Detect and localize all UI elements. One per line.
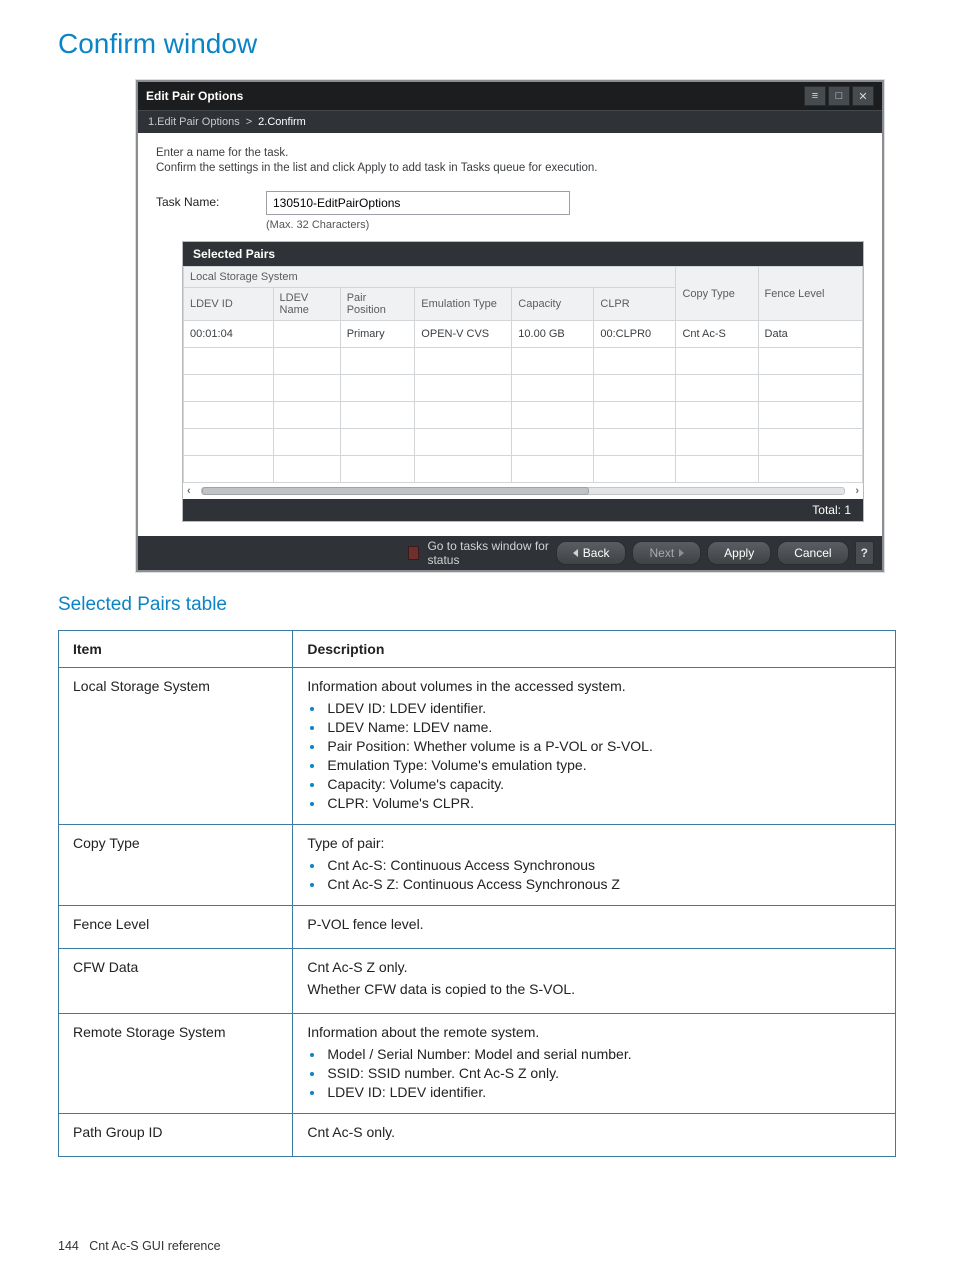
- selected-pairs-grid: Local Storage System Copy Type Fence Lev…: [183, 266, 863, 483]
- row-item: Path Group ID: [59, 1114, 293, 1157]
- col-group-lss: Local Storage System: [184, 267, 676, 288]
- task-name-label: Task Name:: [156, 191, 266, 209]
- page-footer: 144 Cnt Ac-S GUI reference: [58, 1239, 221, 1253]
- cell-fence-level: Data: [758, 321, 862, 348]
- page-number: 144: [58, 1239, 79, 1253]
- horizontal-scrollbar[interactable]: ‹ ›: [183, 483, 863, 499]
- col-fence-level: Fence Level: [758, 267, 862, 321]
- cell-copy-type: Cnt Ac-S: [676, 321, 758, 348]
- cancel-button[interactable]: Cancel: [777, 541, 848, 565]
- chevron-left-icon: [573, 549, 578, 557]
- maximize-icon[interactable]: □: [828, 86, 850, 106]
- row-item: CFW Data: [59, 949, 293, 1014]
- scroll-right-icon[interactable]: ›: [855, 485, 859, 497]
- row-item: Remote Storage System: [59, 1014, 293, 1114]
- go-to-tasks-checkbox[interactable]: [408, 546, 419, 560]
- intro-line-1: Enter a name for the task.: [156, 147, 864, 159]
- table-row: [184, 375, 863, 402]
- page-title: Confirm window: [58, 28, 896, 60]
- row-item: Local Storage System: [59, 668, 293, 825]
- col-pair-position: Pair Position: [340, 288, 415, 321]
- cell-capacity: 10.00 GB: [512, 321, 594, 348]
- cell-ldev-name: [273, 321, 340, 348]
- close-icon[interactable]: ✕: [852, 86, 874, 106]
- col-ldev-name: LDEV Name: [273, 288, 340, 321]
- row-desc: Type of pair: Cnt Ac-S: Continuous Acces…: [293, 825, 896, 906]
- task-name-hint: (Max. 32 Characters): [266, 219, 570, 231]
- col-capacity: Capacity: [512, 288, 594, 321]
- col-ldev-id: LDEV ID: [184, 288, 274, 321]
- apply-button[interactable]: Apply: [707, 541, 771, 565]
- filter-icon[interactable]: ≡: [804, 86, 826, 106]
- row-desc: Information about the remote system. Mod…: [293, 1014, 896, 1114]
- col-clpr: CLPR: [594, 288, 676, 321]
- scroll-left-icon[interactable]: ‹: [187, 485, 191, 497]
- wizard-steps: 1.Edit Pair Options > 2.Confirm: [138, 110, 882, 133]
- back-button[interactable]: Back: [556, 541, 627, 565]
- intro-line-2: Confirm the settings in the list and cli…: [156, 162, 864, 174]
- col-copy-type: Copy Type: [676, 267, 758, 321]
- wizard-step-1[interactable]: 1.Edit Pair Options: [148, 116, 240, 128]
- wizard-sep: >: [246, 116, 252, 128]
- cell-ldev-id: 00:01:04: [184, 321, 274, 348]
- table-row: [184, 348, 863, 375]
- next-button: Next: [632, 541, 701, 565]
- col-emulation-type: Emulation Type: [415, 288, 512, 321]
- footer-section: Cnt Ac-S GUI reference: [89, 1239, 220, 1253]
- row-item: Copy Type: [59, 825, 293, 906]
- dialog-edit-pair-options: Edit Pair Options ≡ □ ✕ 1.Edit Pair Opti…: [136, 80, 884, 572]
- cell-clpr: 00:CLPR0: [594, 321, 676, 348]
- table-row: [184, 402, 863, 429]
- table-row: [184, 456, 863, 483]
- table-row: [184, 429, 863, 456]
- help-button[interactable]: ?: [855, 541, 874, 565]
- section-heading: Selected Pairs table: [58, 594, 896, 616]
- col-item: Item: [59, 631, 293, 668]
- dialog-title: Edit Pair Options: [146, 89, 243, 103]
- col-description: Description: [293, 631, 896, 668]
- task-name-input[interactable]: [266, 191, 570, 215]
- row-desc: P-VOL fence level.: [293, 906, 896, 949]
- row-desc: Cnt Ac-S only.: [293, 1114, 896, 1157]
- cell-pair-position: Primary: [340, 321, 415, 348]
- row-desc: Information about volumes in the accesse…: [293, 668, 896, 825]
- table-row[interactable]: 00:01:04 Primary OPEN-V CVS 10.00 GB 00:…: [184, 321, 863, 348]
- row-desc: Cnt Ac-S Z only. Whether CFW data is cop…: [293, 949, 896, 1014]
- go-to-tasks-label: Go to tasks window for status: [427, 539, 549, 567]
- selected-pairs-panel: Selected Pairs Local Storage System Copy…: [182, 241, 864, 522]
- selected-pairs-header: Selected Pairs: [183, 242, 863, 266]
- wizard-step-2: 2.Confirm: [258, 116, 306, 128]
- cell-emulation-type: OPEN-V CVS: [415, 321, 512, 348]
- total-count: Total: 1: [183, 499, 863, 521]
- row-item: Fence Level: [59, 906, 293, 949]
- chevron-right-icon: [679, 549, 684, 557]
- selected-pairs-description-table: Item Description Local Storage System In…: [58, 630, 896, 1157]
